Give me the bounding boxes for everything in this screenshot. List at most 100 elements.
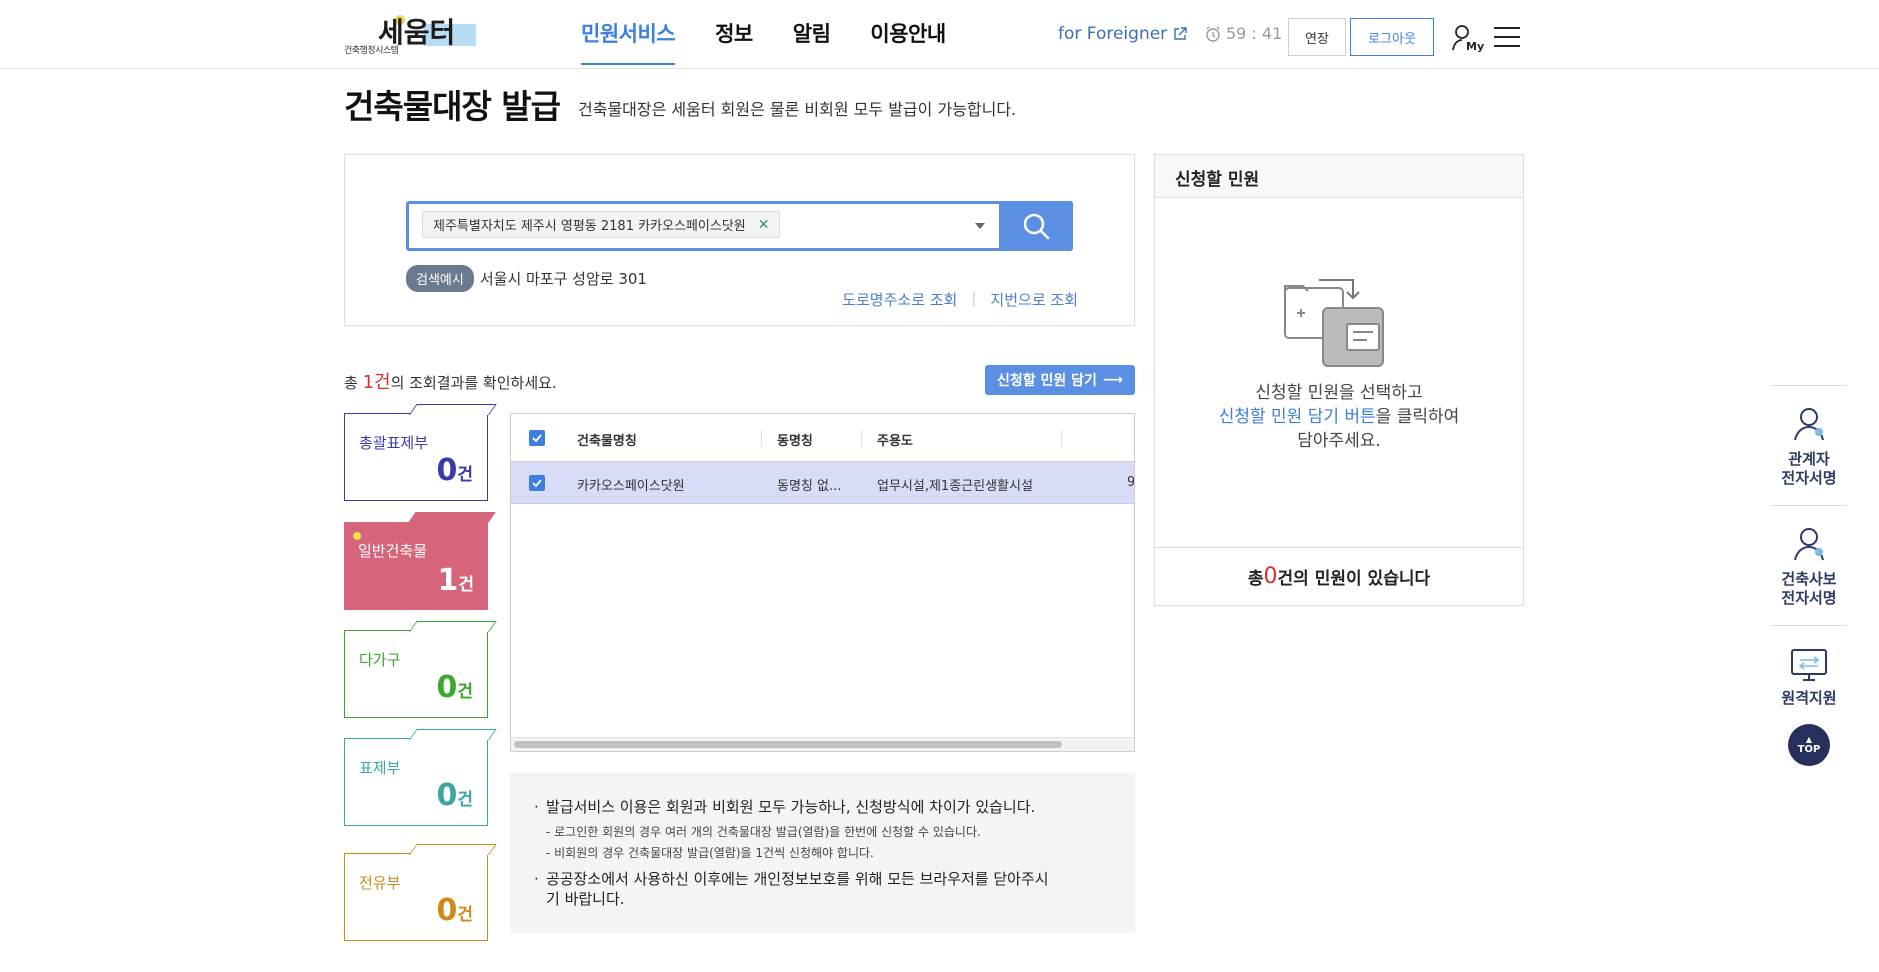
category-name: 전유부 (359, 874, 401, 892)
external-link-icon (1174, 27, 1187, 40)
my-page-icon[interactable]: My (1452, 24, 1484, 52)
category-count: 0건 (436, 670, 473, 705)
svg-text:My: My (1466, 40, 1484, 52)
notice-item: 발급서비스 이용은 회원과 비회원 모두 가능하나, 신청방식에 차이가 있습니… (532, 797, 1113, 817)
table-row[interactable]: 카카오스페이스닷원 동명칭 없... 업무시설,제1종근린생활시설 9 (511, 462, 1134, 504)
checkmark-icon (532, 434, 542, 442)
for-foreigner-link[interactable]: for Foreigner (1058, 24, 1187, 44)
address-search-input[interactable]: 제주특별자치도 제주시 영평동 2181 카카오스페이스닷원 ✕ (406, 201, 1073, 251)
folder-document-illustration-icon (1284, 279, 1384, 367)
category-name: 총괄표제부 (359, 434, 429, 452)
selected-address-tag: 제주특별자치도 제주시 영평동 2181 카카오스페이스닷원 ✕ (422, 211, 781, 238)
category-card-exclusive-section[interactable]: 전유부 0건 (344, 844, 497, 941)
cart-panel-title: 신청할 민원 (1155, 155, 1523, 198)
quick-label: 건축사보 전자서명 (1781, 569, 1837, 607)
category-count: 0건 (436, 453, 473, 488)
extend-session-button[interactable]: 연장 (1288, 18, 1346, 56)
notice-subitem: - 로그인한 회원의 경우 여러 개의 건축물대장 발급(열람)을 한번에 신청… (546, 825, 981, 839)
category-count: 0건 (436, 893, 473, 928)
column-divider (761, 430, 762, 446)
cart-msg-line3: 담아주세요. (1297, 431, 1381, 451)
person-badge-icon (1794, 407, 1824, 440)
page-title: 건축물대장 발급 (344, 87, 561, 126)
category-card-general[interactable]: 일반건축물 1건 (344, 512, 496, 610)
checkmark-icon (532, 479, 542, 487)
category-count: 0건 (436, 778, 473, 813)
selected-address-text: 제주특별자치도 제주시 영평동 2181 카카오스페이스닷원 (433, 219, 746, 234)
add-application-label: 신청할 민원 담기 (997, 373, 1097, 389)
add-application-button[interactable]: 신청할 민원 담기 ⟶ (985, 365, 1135, 395)
hamburger-menu-icon[interactable] (1494, 27, 1520, 47)
column-divider (861, 430, 862, 446)
cart-total: 총 0 건의 민원이 있습니다 (1155, 547, 1523, 605)
result-suffix: 의 조회결과를 확인하세요. (390, 374, 557, 392)
search-example: 검색예시 서울시 마포구 성암로 301 (406, 265, 647, 292)
quick-menu: 관계자 전자서명 건축사보 전자서명 원격지원 (1771, 385, 1847, 729)
selected-dot-icon (353, 532, 361, 540)
timer-value: 59 : 41 (1226, 24, 1283, 43)
session-timer: 59 : 41 (1205, 24, 1282, 43)
page-description: 건축물대장은 세움터 회원은 물론 비회원 모두 발급이 가능합니다. (578, 100, 1017, 119)
road-address-search-link[interactable]: 도로명주소로 조회 (842, 289, 957, 310)
category-card-summary[interactable]: 총괄표제부 0건 (344, 404, 497, 501)
category-name: 표제부 (359, 759, 401, 777)
category-card-title-section[interactable]: 표제부 0건 (344, 729, 497, 826)
select-all-checkbox[interactable] (529, 430, 545, 446)
dropdown-caret-icon[interactable] (975, 223, 985, 229)
horizontal-scrollbar[interactable] (511, 737, 1134, 751)
search-button[interactable] (999, 201, 1073, 251)
cart-empty-message: 신청할 민원을 선택하고 신청할 민원 담기 버튼을 클릭하여 담아주세요. (1155, 381, 1523, 453)
result-count: 총 1건의 조회결과를 확인하세요. (344, 368, 557, 394)
scroll-to-top-button[interactable]: ▲ TOP (1788, 724, 1830, 766)
nav-notice[interactable]: 알림 (793, 18, 831, 65)
nav-civil-service[interactable]: 민원서비스 (581, 18, 676, 65)
main-nav: 민원서비스 정보 알림 이용안내 (581, 18, 946, 65)
top-label: TOP (1797, 743, 1821, 755)
category-count: 1건 (437, 563, 474, 598)
category-name: 다가구 (359, 651, 401, 669)
nav-guide[interactable]: 이용안내 (870, 18, 946, 65)
arrow-right-icon: ⟶ (1102, 372, 1123, 388)
cell-building-name: 카카오스페이스닷원 (577, 479, 685, 494)
remove-tag-icon[interactable]: ✕ (758, 217, 770, 233)
card-tab (409, 621, 497, 632)
cell-truncated: 9 (1127, 475, 1135, 490)
result-count-number: 1건 (362, 372, 391, 393)
application-cart-panel: 신청할 민원 신청할 민원을 선택하고 신청할 민원 담기 버튼을 클릭하여 담… (1154, 154, 1524, 606)
category-card-multi-household[interactable]: 다가구 0건 (344, 621, 497, 718)
logo-subtitle: 건축행정시스템 (344, 46, 399, 56)
monitor-icon (1791, 649, 1827, 681)
logo[interactable]: 세움터 건축행정시스템 (344, 12, 480, 56)
scrollbar-thumb[interactable] (514, 741, 1062, 748)
result-prefix: 총 (344, 374, 363, 392)
quick-stakeholder-signature[interactable]: 관계자 전자서명 (1771, 385, 1847, 505)
cart-msg-line2: 신청할 민원 담기 버튼을 클릭하여 (1218, 407, 1460, 427)
person-badge-icon (1794, 527, 1824, 560)
search-mode-links: 도로명주소로 조회 | 지번으로 조회 (842, 289, 1078, 310)
notice-box: 발급서비스 이용은 회원과 비회원 모두 가능하나, 신청방식에 차이가 있습니… (510, 773, 1135, 933)
cell-main-use: 업무시설,제1종근린생활시설 (877, 479, 1033, 494)
row-checkbox[interactable] (529, 475, 545, 491)
cart-total-count: 0 (1263, 564, 1278, 589)
chevron-up-icon: ▲ (1805, 734, 1813, 744)
link-separator: | (971, 289, 977, 307)
quick-remote-support[interactable]: 원격지원 (1771, 625, 1847, 729)
column-building-name[interactable]: 건축물명칭 (577, 430, 637, 449)
column-dong-name[interactable]: 동명칭 (777, 430, 813, 449)
search-panel: 제주특별자치도 제주시 영평동 2181 카카오스페이스닷원 ✕ 검색예시 서울… (344, 154, 1135, 326)
card-tab (408, 512, 496, 523)
logout-button[interactable]: 로그아웃 (1350, 18, 1434, 56)
card-tab (409, 844, 497, 855)
quick-label: 관계자 전자서명 (1781, 449, 1837, 487)
category-name: 일반건축물 (358, 542, 428, 560)
column-main-use[interactable]: 주용도 (877, 430, 913, 449)
search-example-badge: 검색예시 (406, 265, 474, 292)
header: 세움터 건축행정시스템 민원서비스 정보 알림 이용안내 for Foreign… (0, 0, 1879, 69)
table-header: 건축물명칭 동명칭 주용도 (511, 414, 1134, 462)
cart-msg-line1: 신청할 민원을 선택하고 (1255, 383, 1423, 403)
lot-number-search-link[interactable]: 지번으로 조회 (990, 289, 1078, 310)
quick-label: 원격지원 (1781, 689, 1837, 707)
nav-info[interactable]: 정보 (715, 18, 753, 65)
notice-item: 공공장소에서 사용하신 이후에는 개인정보보호를 위해 모든 브라우저를 닫아주… (532, 869, 1062, 909)
quick-architect-assistant-signature[interactable]: 건축사보 전자서명 (1771, 505, 1847, 625)
